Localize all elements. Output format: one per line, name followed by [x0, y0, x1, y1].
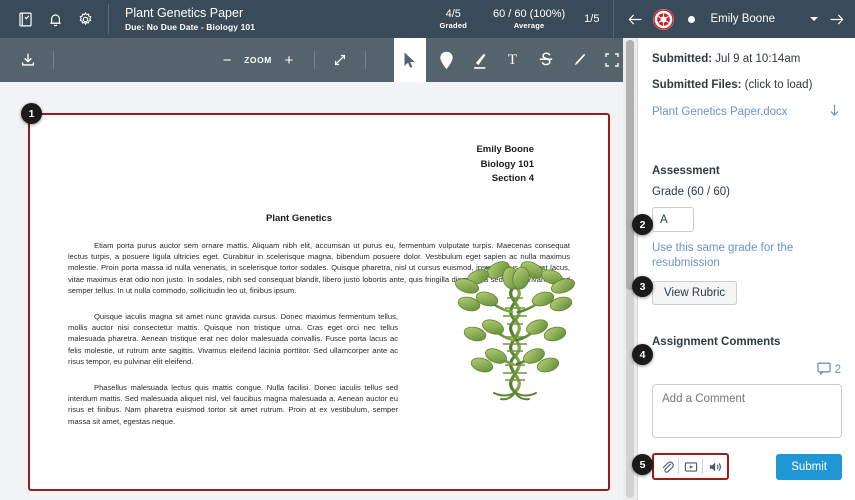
toolbar-separator — [53, 51, 54, 69]
document-author: Emily Boone — [476, 144, 534, 155]
fullscreen-icon[interactable] — [325, 47, 355, 73]
document-viewer: Emily Boone Biology 101 Section 4 Plant … — [0, 82, 636, 500]
document-page[interactable]: Emily Boone Biology 101 Section 4 Plant … — [28, 113, 610, 491]
document-content: Emily Boone Biology 101 Section 4 Plant … — [30, 115, 608, 427]
submitted-label: Submitted: — [652, 53, 713, 65]
freehand-draw-tool[interactable] — [562, 45, 595, 75]
document-heading: Plant Genetics — [266, 212, 332, 224]
sidebar-scrollbar-thumb[interactable] — [626, 40, 634, 290]
submitted-row: Submitted: Jul 9 at 10:14am — [652, 52, 841, 67]
toolbar-left-section: − ZOOM + — [0, 38, 394, 82]
student-name[interactable]: Emily Boone — [710, 13, 775, 25]
stat-graded-label: Graded — [439, 21, 467, 30]
student-navigation: Emily Boone — [614, 0, 855, 38]
submit-comment-button[interactable]: Submit — [776, 453, 842, 480]
comment-count-indicator[interactable]: 2 — [652, 362, 841, 378]
download-file-icon[interactable] — [828, 103, 841, 121]
zoom-in-button[interactable]: + — [274, 47, 304, 73]
settings-gear-icon[interactable] — [76, 10, 94, 28]
previous-student-button[interactable] — [626, 10, 644, 28]
toolbar-separator-3 — [365, 51, 366, 69]
record-video-icon[interactable] — [679, 456, 702, 477]
header-icon-group — [0, 0, 108, 38]
document-course: Biology 101 — [480, 158, 534, 170]
submitted-file-item: Plant Genetics Paper.docx — [652, 103, 841, 121]
add-comment-input[interactable] — [652, 384, 842, 438]
stat-average: 60 / 60 (100%) Average — [480, 7, 578, 31]
callout-badge-5: 5 — [632, 454, 653, 475]
attach-file-icon[interactable] — [655, 456, 678, 477]
assignment-comments-title: Assignment Comments — [652, 336, 781, 348]
submitted-files-hint[interactable]: (click to load) — [745, 79, 813, 91]
callout-badge-4: 4 — [632, 344, 653, 365]
highlight-tool[interactable] — [463, 45, 496, 75]
canvas-grading-page: Plant Genetics Paper Due: No Due Date - … — [0, 0, 855, 500]
next-student-button[interactable] — [827, 10, 845, 28]
annotation-tools: T — [426, 38, 636, 82]
chevron-down-icon[interactable] — [810, 17, 818, 21]
zoom-out-button[interactable]: − — [212, 47, 242, 73]
view-rubric-button[interactable]: View Rubric — [652, 281, 738, 305]
comment-attachment-buttons — [652, 453, 729, 480]
dna-plant-illustration — [454, 252, 576, 402]
stat-graded-value: 4/5 — [445, 8, 461, 20]
document-section: Section 4 — [491, 173, 534, 184]
document-paragraph: Phasellus malesuada lectus quis mattis c… — [68, 382, 398, 426]
comment-count-value: 2 — [834, 364, 841, 376]
comment-actions-row: Submit — [652, 453, 842, 480]
zoom-label: ZOOM — [244, 55, 272, 65]
submitted-files-label: Submitted Files: — [652, 79, 742, 91]
document-header-block: Emily Boone Biology 101 Section 4 — [68, 143, 570, 187]
student-status-dot — [688, 15, 696, 23]
toolbar-separator-2 — [314, 51, 315, 69]
stat-average-label: Average — [513, 21, 545, 30]
submitted-files-row: Submitted Files: (click to load) — [652, 78, 841, 93]
notifications-bell-icon[interactable] — [46, 10, 64, 28]
assessment-title: Assessment — [652, 165, 720, 177]
grade-input[interactable] — [652, 207, 694, 232]
zoom-controls: − ZOOM + — [212, 47, 376, 73]
submitted-file-link[interactable]: Plant Genetics Paper.docx — [652, 106, 788, 118]
document-toolbar: − ZOOM + T — [0, 38, 636, 82]
student-avatar[interactable] — [653, 8, 675, 30]
grading-sidebar: Submitted: Jul 9 at 10:14am Submitted Fi… — [637, 38, 855, 500]
point-annotation-tool[interactable] — [430, 45, 463, 75]
document-paragraph: Quisque iaculis magna sit amet nunc grav… — [68, 311, 398, 367]
comment-bubble-icon — [816, 362, 831, 378]
assignment-title-block: Plant Genetics Paper Due: No Due Date - … — [109, 6, 255, 33]
grade-total-line: Grade (60 / 60) — [652, 186, 730, 198]
download-icon[interactable] — [18, 50, 38, 70]
header-stats: 4/5 Graded 60 / 60 (100%) Average 1/5 Em… — [427, 0, 855, 38]
record-audio-icon[interactable] — [703, 456, 726, 477]
stat-graded: 4/5 Graded — [427, 7, 480, 31]
callout-badge-1: 1 — [21, 103, 42, 124]
text-annotation-tool: T — [507, 51, 518, 68]
assignment-due-info: Due: No Due Date - Biology 101 — [125, 21, 256, 32]
cursor-tool[interactable] — [394, 38, 426, 82]
sidebar-scroll-region — [623, 38, 637, 500]
use-same-grade-link[interactable]: Use this same grade for the resubmission — [652, 241, 797, 271]
callout-badge-3: 3 — [632, 276, 653, 297]
submitted-value: Jul 9 at 10:14am — [715, 53, 801, 65]
stat-average-value: 60 / 60 (100%) — [492, 8, 566, 20]
callout-badge-2: 2 — [632, 214, 653, 235]
assignment-title: Plant Genetics Paper — [125, 5, 244, 20]
courses-icon[interactable] — [16, 10, 34, 28]
student-position-counter: 1/5 — [584, 13, 600, 25]
strikeout-tool[interactable] — [529, 45, 562, 75]
app-header: Plant Genetics Paper Due: No Due Date - … — [0, 0, 855, 38]
document-body: Etiam porta purus auctor sem ornare matt… — [68, 240, 575, 428]
